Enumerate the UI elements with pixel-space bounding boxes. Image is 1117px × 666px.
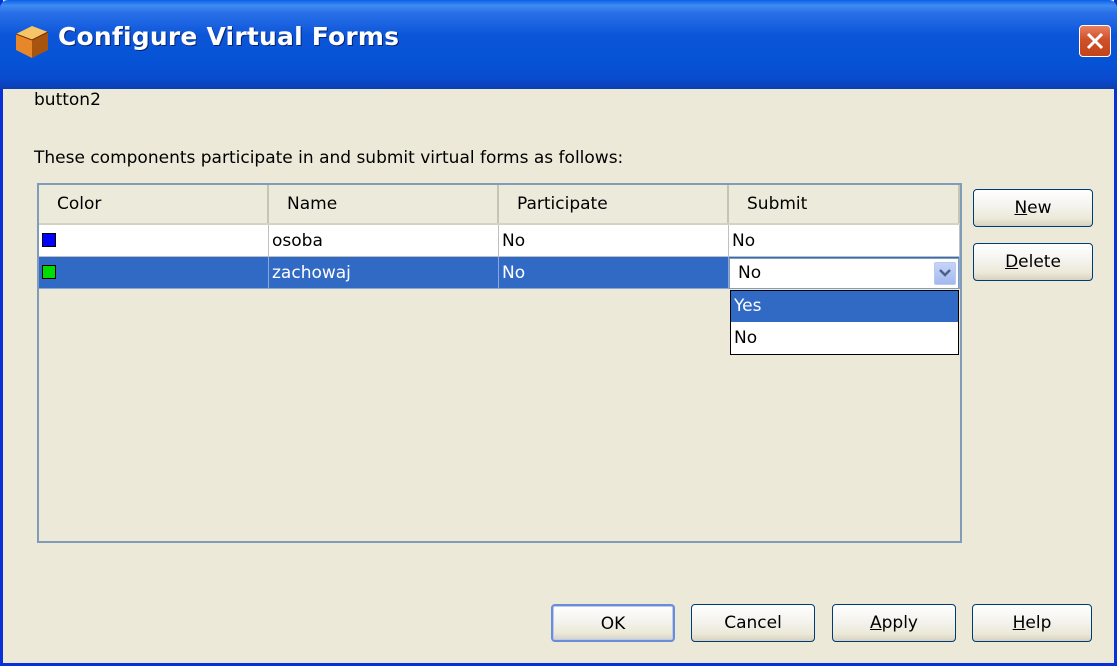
- color-cell[interactable]: [39, 257, 269, 289]
- close-button[interactable]: [1079, 25, 1111, 57]
- delete-button[interactable]: Delete: [973, 243, 1093, 281]
- cancel-button[interactable]: Cancel: [691, 604, 815, 642]
- submit-dropdown-list: Yes No: [730, 290, 959, 355]
- apply-button[interactable]: Apply: [832, 604, 956, 642]
- dropdown-option-yes[interactable]: Yes: [731, 291, 958, 322]
- apply-button-mnemonic: A: [869, 613, 882, 633]
- participate-cell[interactable]: No: [499, 225, 729, 257]
- dropdown-arrow-button[interactable]: [934, 262, 956, 285]
- close-icon: [1086, 32, 1104, 50]
- title-bar[interactable]: Configure Virtual Forms: [0, 0, 1117, 89]
- column-header-name[interactable]: Name: [269, 185, 499, 223]
- color-swatch: [42, 233, 56, 247]
- new-button[interactable]: New: [973, 189, 1093, 227]
- ok-button[interactable]: OK: [551, 604, 675, 642]
- table-row[interactable]: osoba No No: [39, 225, 960, 257]
- virtual-forms-table[interactable]: Color Name Participate Submit osoba No N…: [37, 183, 962, 543]
- color-swatch: [42, 265, 56, 279]
- new-button-label: ew: [1027, 198, 1052, 218]
- participate-cell[interactable]: No: [499, 257, 729, 289]
- help-button-mnemonic: H: [1012, 613, 1026, 633]
- delete-button-mnemonic: D: [1005, 252, 1019, 272]
- delete-button-label: elete: [1018, 252, 1061, 272]
- chevron-down-icon: [939, 269, 951, 277]
- component-name-label: button2: [34, 90, 101, 110]
- submit-combobox-value: No: [738, 263, 762, 283]
- table-header: Color Name Participate Submit: [39, 185, 960, 225]
- dropdown-option-no[interactable]: No: [731, 323, 958, 354]
- configure-virtual-forms-dialog: Configure Virtual Forms button2 These co…: [0, 0, 1117, 666]
- app-cube-icon: [15, 26, 49, 58]
- apply-button-label: pply: [881, 613, 918, 633]
- description-label: These components participate in and subm…: [34, 148, 624, 168]
- new-button-mnemonic: N: [1014, 198, 1028, 218]
- column-header-submit[interactable]: Submit: [729, 185, 960, 223]
- help-button[interactable]: Help: [972, 604, 1092, 642]
- color-cell[interactable]: [39, 225, 269, 257]
- dialog-title: Configure Virtual Forms: [58, 22, 400, 51]
- name-cell[interactable]: zachowaj: [269, 257, 499, 289]
- submit-cell[interactable]: No: [729, 225, 960, 257]
- help-button-label: elp: [1025, 613, 1052, 633]
- column-header-color[interactable]: Color: [39, 185, 269, 223]
- column-header-participate[interactable]: Participate: [499, 185, 729, 223]
- submit-combobox[interactable]: No: [729, 258, 959, 289]
- name-cell[interactable]: osoba: [269, 225, 499, 257]
